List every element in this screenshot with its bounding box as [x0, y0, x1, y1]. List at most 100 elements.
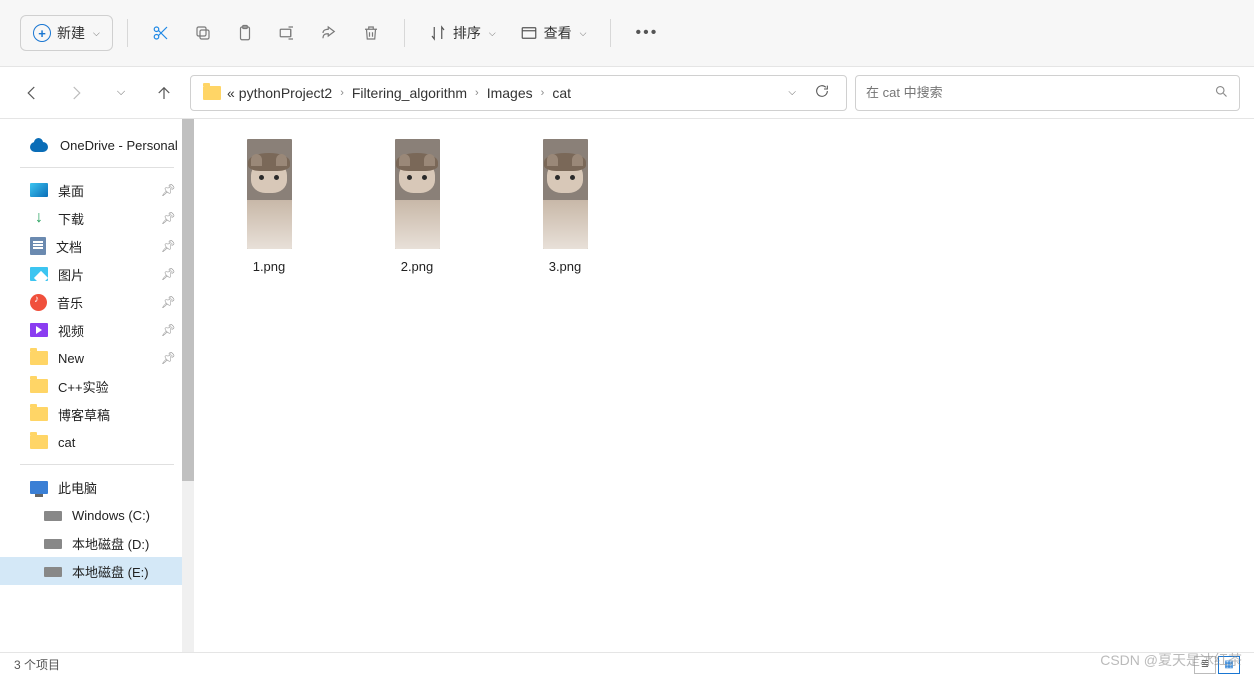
chevron-down-icon: ⌵ [117, 86, 125, 99]
drive-icon [44, 539, 62, 549]
file-grid: 1.png 2.png 3.png [194, 119, 1254, 652]
picture-icon [30, 267, 48, 281]
sidebar-item[interactable]: 文档📌︎ [0, 232, 194, 260]
sort-label: 排序 [453, 23, 481, 43]
navbar: ⌵ « pythonProject2 › Filtering_algorithm… [0, 67, 1254, 119]
drive-icon [44, 567, 62, 577]
separator [127, 19, 128, 47]
scrollbar-thumb[interactable] [182, 119, 194, 481]
download-icon: ↓ [30, 210, 48, 226]
chevron-right-icon: › [537, 87, 549, 99]
document-icon [30, 237, 46, 255]
rename-icon [278, 24, 296, 42]
sort-icon [429, 24, 447, 42]
scrollbar[interactable] [182, 119, 194, 652]
sidebar-drive[interactable]: 本地磁盘 (D:) [0, 529, 194, 557]
sidebar-item[interactable]: ↓下载📌︎ [0, 204, 194, 232]
folder-icon [203, 86, 221, 100]
breadcrumb-item[interactable]: Images [483, 85, 537, 101]
breadcrumb-item[interactable]: pythonProject2 [235, 85, 336, 101]
sidebar-item[interactable]: 视频 📌︎ [0, 316, 194, 344]
sidebar-item-label: 视频 [58, 321, 84, 340]
divider [20, 464, 174, 465]
file-name: 2.png [401, 259, 434, 274]
sidebar-item[interactable]: 音乐📌︎ [0, 288, 194, 316]
file-thumbnail [543, 139, 588, 249]
back-button[interactable] [14, 75, 50, 111]
address-bar[interactable]: « pythonProject2 › Filtering_algorithm ›… [190, 75, 847, 111]
file-thumbnail [247, 139, 292, 249]
view-label: 查看 [544, 23, 572, 43]
copy-icon [194, 24, 212, 42]
search-icon [1214, 84, 1229, 102]
sort-dropdown[interactable]: 排序 ⌵ [419, 15, 506, 51]
chevron-down-icon: ⌵ [580, 28, 587, 39]
plus-icon: + [33, 24, 51, 42]
drive-icon [44, 511, 62, 521]
refresh-icon [814, 83, 830, 99]
sidebar-item-label: 图片 [58, 265, 84, 284]
paste-button[interactable] [226, 15, 264, 51]
share-button[interactable] [310, 15, 348, 51]
file-item[interactable]: 3.png [520, 139, 610, 274]
breadcrumb-item[interactable]: Filtering_algorithm [348, 85, 471, 101]
pin-icon: 📌︎ [161, 239, 176, 253]
chevron-right-icon: › [336, 87, 348, 99]
delete-button[interactable] [352, 15, 390, 51]
chevron-down-icon: ⌵ [93, 28, 100, 39]
sidebar-thispc[interactable]: 此电脑 [0, 473, 194, 501]
more-button[interactable]: ••• [625, 15, 668, 51]
pin-icon: 📌︎ [161, 323, 176, 337]
view-dropdown[interactable]: 查看 ⌵ [510, 15, 597, 51]
breadcrumb-item[interactable]: cat [548, 85, 575, 101]
chevron-right-icon: › [471, 87, 483, 99]
copy-button[interactable] [184, 15, 222, 51]
search-input[interactable] [866, 85, 1214, 100]
arrow-up-icon [155, 84, 173, 102]
divider [20, 167, 174, 168]
file-name: 3.png [549, 259, 582, 274]
folder-icon [30, 407, 48, 421]
folder-icon [30, 379, 48, 393]
up-button[interactable] [146, 75, 182, 111]
file-item[interactable]: 1.png [224, 139, 314, 274]
sidebar-item-label: cat [58, 435, 75, 450]
separator [610, 19, 611, 47]
rename-button[interactable] [268, 15, 306, 51]
trash-icon [362, 24, 380, 42]
forward-button[interactable] [58, 75, 94, 111]
sidebar-item[interactable]: C++实验 [0, 372, 194, 400]
sidebar-item[interactable]: 图片 📌︎ [0, 260, 194, 288]
watermark: CSDN @夏天是冰红茶 [1100, 650, 1242, 670]
new-button[interactable]: + 新建 ⌵ [20, 15, 113, 51]
sidebar-onedrive[interactable]: OneDrive - Personal [0, 131, 194, 159]
recent-dropdown[interactable]: ⌵ [102, 75, 138, 111]
toolbar: + 新建 ⌵ 排序 ⌵ 查看 ⌵ ••• [0, 0, 1254, 67]
pin-icon: 📌︎ [161, 351, 176, 365]
sidebar: OneDrive - Personal 桌面📌︎↓下载📌︎文档📌︎图片📌︎音乐📌… [0, 119, 194, 652]
sidebar-item-label: 桌面 [58, 181, 84, 200]
view-icon [520, 24, 538, 42]
cut-button[interactable] [142, 15, 180, 51]
refresh-button[interactable] [804, 83, 840, 102]
folder-icon [30, 435, 48, 449]
clipboard-icon [236, 24, 254, 42]
sidebar-item[interactable]: New📌︎ [0, 344, 194, 372]
file-item[interactable]: 2.png [372, 139, 462, 274]
main: OneDrive - Personal 桌面📌︎↓下载📌︎文档📌︎图片📌︎音乐📌… [0, 119, 1254, 652]
sidebar-drive[interactable]: 本地磁盘 (E:) [0, 557, 194, 585]
statusbar: 3 个项目 ≣ ▦ [0, 652, 1254, 676]
item-count: 3 个项目 [14, 656, 60, 673]
sidebar-item[interactable]: 博客草稿 [0, 400, 194, 428]
sidebar-drive[interactable]: Windows (C:) [0, 501, 194, 529]
drive-label: 本地磁盘 (D:) [72, 534, 149, 553]
pin-icon: 📌︎ [161, 211, 176, 225]
sidebar-item[interactable]: cat [0, 428, 194, 456]
breadcrumb-prefix: « [227, 85, 235, 101]
video-icon [30, 323, 48, 337]
sidebar-item[interactable]: 桌面📌︎ [0, 176, 194, 204]
music-icon [30, 294, 47, 311]
search-box[interactable] [855, 75, 1240, 111]
pin-icon: 📌︎ [161, 267, 176, 281]
address-dropdown[interactable]: ⌵ [780, 87, 804, 98]
